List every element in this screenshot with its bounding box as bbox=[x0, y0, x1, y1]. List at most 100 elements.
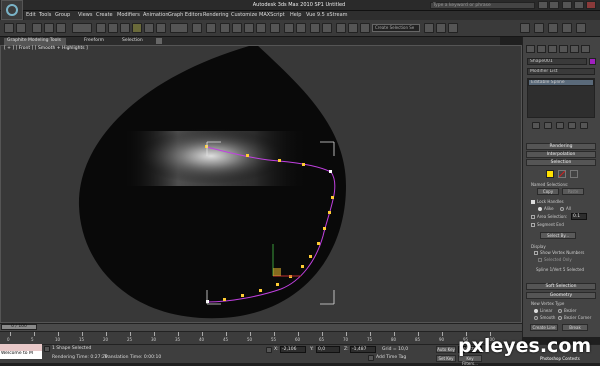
select-by-name-icon[interactable] bbox=[108, 23, 118, 33]
tool-icon[interactable] bbox=[562, 23, 572, 33]
undo-icon[interactable] bbox=[4, 23, 14, 33]
maxscript-listener-input[interactable]: Welcome to M bbox=[0, 351, 42, 359]
remove-modifier-icon[interactable] bbox=[568, 122, 576, 129]
all-radio[interactable] bbox=[560, 207, 564, 211]
menu-graph-editors[interactable]: Graph Editors bbox=[168, 12, 202, 18]
close-button[interactable] bbox=[586, 1, 596, 9]
tool-icon[interactable] bbox=[520, 23, 530, 33]
menu-maxscript[interactable]: MAXScript bbox=[259, 12, 285, 18]
set-key-button[interactable]: Set Key bbox=[436, 355, 456, 362]
menu-customize[interactable]: Customize bbox=[231, 12, 257, 18]
show-vertex-numbers-checkbox[interactable] bbox=[534, 251, 538, 255]
viewport-label[interactable]: [ + ] [ Front ] [ Smooth + Highlights ] bbox=[4, 46, 88, 51]
spinner-snap-icon[interactable] bbox=[256, 23, 266, 33]
tab-selection[interactable]: Selection bbox=[122, 38, 143, 43]
selection-filter-dropdown[interactable] bbox=[72, 23, 92, 33]
tool-icon[interactable] bbox=[548, 23, 558, 33]
absolute-mode-icon[interactable] bbox=[266, 347, 272, 353]
bind-space-warp-icon[interactable] bbox=[56, 23, 66, 33]
alike-radio[interactable] bbox=[538, 207, 542, 211]
rollout-geometry[interactable]: Geometry bbox=[526, 292, 596, 299]
quick-render-icon[interactable] bbox=[448, 23, 458, 33]
select-object-icon[interactable] bbox=[96, 23, 106, 33]
paste-button[interactable]: Paste bbox=[562, 188, 584, 195]
segment-subobject-icon[interactable] bbox=[558, 170, 566, 178]
show-end-result-icon[interactable] bbox=[544, 122, 552, 129]
add-time-tag-button[interactable]: Add Time Tag bbox=[376, 355, 406, 360]
rollout-soft-selection[interactable]: Soft Selection bbox=[526, 283, 596, 290]
hierarchy-tab-icon[interactable] bbox=[548, 45, 557, 53]
utilities-tab-icon[interactable] bbox=[581, 45, 590, 53]
search-icon[interactable] bbox=[538, 1, 548, 9]
modify-tab-icon[interactable] bbox=[537, 45, 546, 53]
menu-help[interactable]: Help bbox=[290, 12, 301, 18]
reference-coord-dropdown[interactable] bbox=[170, 23, 188, 33]
redo-icon[interactable] bbox=[16, 23, 26, 33]
tool-icon[interactable] bbox=[534, 23, 544, 33]
tool-icon[interactable] bbox=[576, 23, 586, 33]
named-selection-set-dropdown[interactable]: Create Selection Se bbox=[372, 24, 420, 32]
rollout-rendering[interactable]: Rendering bbox=[526, 143, 596, 150]
object-name-field[interactable]: Shape001 bbox=[527, 58, 587, 65]
rendered-frame-window-icon[interactable] bbox=[436, 23, 446, 33]
area-selection-spinner[interactable]: 0.1 bbox=[571, 213, 587, 220]
scale-icon[interactable] bbox=[156, 23, 166, 33]
smooth-radio[interactable] bbox=[534, 316, 538, 320]
unlink-icon[interactable] bbox=[44, 23, 54, 33]
time-tag-icon[interactable] bbox=[368, 355, 374, 361]
pin-stack-icon[interactable] bbox=[532, 122, 540, 129]
configure-sets-icon[interactable] bbox=[580, 122, 588, 129]
create-line-button[interactable]: Create Line bbox=[530, 324, 558, 331]
z-coordinate-field[interactable]: -1,487 bbox=[350, 346, 376, 353]
menu-group[interactable]: Group bbox=[55, 12, 70, 18]
vertex-subobject-icon[interactable] bbox=[546, 170, 554, 178]
spline-subobject-icon[interactable] bbox=[570, 170, 578, 178]
menu-create[interactable]: Create bbox=[96, 12, 113, 18]
menu-rendering[interactable]: Rendering bbox=[203, 12, 229, 18]
graphite-toggle-icon[interactable] bbox=[322, 23, 332, 33]
menu-modifiers[interactable]: Modifiers bbox=[117, 12, 140, 18]
layer-manager-icon[interactable] bbox=[310, 23, 320, 33]
pivot-center-icon[interactable] bbox=[192, 23, 202, 33]
mirror-icon[interactable] bbox=[284, 23, 294, 33]
menu-views[interactable]: Views bbox=[78, 12, 92, 18]
time-slider-thumb[interactable]: 0 / 100 bbox=[1, 324, 37, 330]
edit-named-selection-icon[interactable] bbox=[270, 23, 280, 33]
curve-editor-icon[interactable] bbox=[336, 23, 346, 33]
search-input[interactable]: Type a keyword or phrase bbox=[430, 2, 535, 9]
maxscript-listener-output[interactable] bbox=[0, 344, 42, 351]
lock-handles-checkbox[interactable] bbox=[531, 200, 535, 204]
select-manipulate-icon[interactable] bbox=[206, 23, 216, 33]
area-selection-checkbox[interactable] bbox=[531, 215, 535, 219]
motion-tab-icon[interactable] bbox=[559, 45, 568, 53]
menu-edit[interactable]: Edit bbox=[26, 12, 36, 18]
move-icon[interactable] bbox=[132, 23, 142, 33]
time-slider[interactable] bbox=[0, 323, 522, 331]
create-tab-icon[interactable] bbox=[526, 45, 535, 53]
region-select-icon[interactable] bbox=[120, 23, 130, 33]
menu-animation[interactable]: Animation bbox=[143, 12, 169, 18]
break-button[interactable]: Break bbox=[562, 324, 588, 331]
bezier-corner-radio[interactable] bbox=[558, 316, 562, 320]
minimize-button[interactable] bbox=[562, 1, 572, 9]
bezier-radio[interactable] bbox=[558, 309, 562, 313]
app-logo-button[interactable] bbox=[1, 0, 23, 20]
y-coordinate-field[interactable]: 0,0 bbox=[316, 346, 340, 353]
menu-vue[interactable]: Vue 9.5 xStream bbox=[306, 12, 348, 18]
align-icon[interactable] bbox=[296, 23, 306, 33]
tab-graphite-modeling-tools[interactable]: Graphite Modeling Tools bbox=[4, 38, 66, 45]
copy-button[interactable]: Copy bbox=[537, 188, 559, 195]
snap-toggle-icon[interactable] bbox=[220, 23, 230, 33]
maximize-button[interactable] bbox=[574, 1, 584, 9]
schematic-view-icon[interactable] bbox=[348, 23, 358, 33]
selected-only-checkbox[interactable] bbox=[538, 258, 542, 262]
ribbon-minimize-icon[interactable] bbox=[156, 38, 162, 44]
render-setup-icon[interactable] bbox=[424, 23, 434, 33]
rollout-interpolation[interactable]: Interpolation bbox=[526, 151, 596, 158]
percent-snap-icon[interactable] bbox=[244, 23, 254, 33]
help-icon[interactable] bbox=[549, 1, 559, 9]
object-color-swatch[interactable] bbox=[589, 58, 596, 65]
tab-freeform[interactable]: Freeform bbox=[84, 38, 104, 43]
auto-key-button[interactable]: Auto Key bbox=[436, 346, 456, 353]
make-unique-icon[interactable] bbox=[556, 122, 564, 129]
